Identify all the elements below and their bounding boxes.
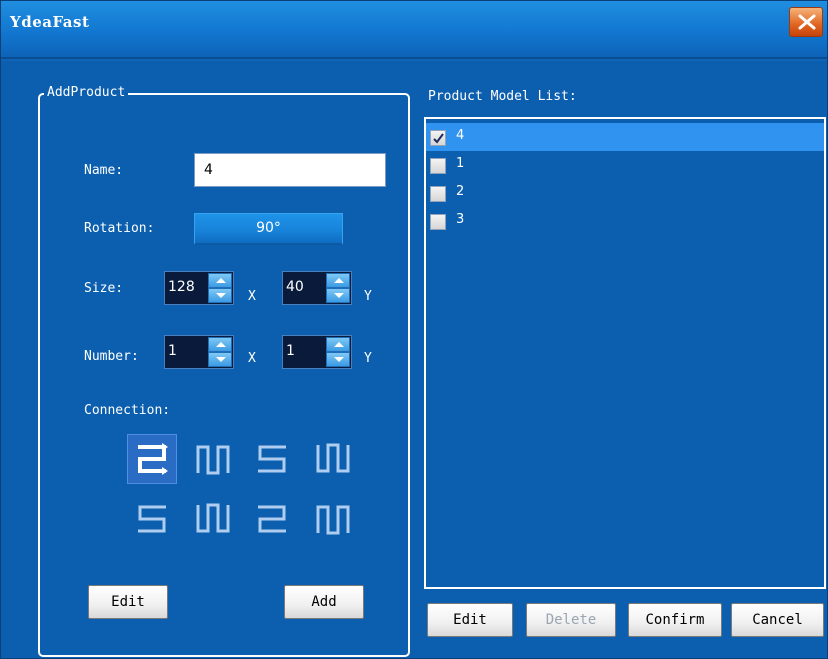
list-item-label: 3	[456, 212, 465, 227]
size-y-stepper[interactable]: 40	[282, 271, 352, 305]
size-x-down-button[interactable]	[208, 288, 232, 303]
number-y-axis-label: Y	[364, 351, 372, 366]
vertical-up-down-alt-icon[interactable]	[308, 495, 356, 543]
rotation-label: Rotation:	[84, 221, 155, 236]
add-product-group: AddProduct Name: 4 Rotation: 90° Size: 1…	[38, 85, 410, 657]
size-y-value: 40	[286, 279, 304, 295]
delete-button[interactable]: Delete	[526, 603, 616, 637]
number-y-value: 1	[286, 343, 295, 359]
serpentine-h-alt-icon[interactable]	[248, 495, 296, 543]
vertical-down-up-icon[interactable]	[308, 435, 356, 483]
number-y-down-button[interactable]	[326, 352, 350, 367]
group-title: AddProduct	[44, 85, 129, 100]
serpentine-s-mirror-icon[interactable]	[128, 495, 176, 543]
item-checkbox[interactable]	[430, 130, 446, 146]
item-checkbox[interactable]	[430, 186, 446, 202]
connection-pattern-grid	[128, 435, 368, 543]
list-item[interactable]: 4	[426, 123, 824, 151]
list-item-label: 1	[456, 156, 465, 171]
number-x-down-button[interactable]	[208, 352, 232, 367]
product-model-list[interactable]: 4 1 2 3	[424, 117, 826, 589]
size-y-axis-label: Y	[364, 289, 372, 304]
name-label: Name:	[84, 163, 124, 178]
serpentine-s-icon[interactable]	[248, 435, 296, 483]
item-checkbox[interactable]	[430, 214, 446, 230]
close-button[interactable]	[789, 7, 823, 37]
rotation-button[interactable]: 90°	[194, 213, 343, 245]
number-x-axis-label: X	[248, 351, 256, 366]
list-item[interactable]: 1	[426, 151, 824, 179]
list-item-label: 2	[456, 184, 465, 199]
title-bar: YdeaFast	[1, 1, 827, 59]
serpentine-h-icon[interactable]	[128, 435, 176, 483]
number-y-stepper[interactable]: 1	[282, 335, 352, 369]
number-x-stepper[interactable]: 1	[164, 335, 234, 369]
dialog-body: AddProduct Name: 4 Rotation: 90° Size: 1…	[1, 61, 827, 658]
name-input[interactable]: 4	[194, 153, 386, 187]
number-x-value: 1	[168, 343, 177, 359]
size-y-down-button[interactable]	[326, 288, 350, 303]
window-title: YdeaFast	[10, 13, 90, 31]
app-window: YdeaFast AddProduct Name: 4 Rotation: 90…	[0, 0, 828, 659]
checkmark-icon	[433, 133, 444, 144]
cancel-button[interactable]: Cancel	[731, 603, 824, 637]
model-list-label: Product Model List:	[428, 89, 577, 104]
vertical-down-up-alt-icon[interactable]	[188, 495, 236, 543]
vertical-up-down-icon[interactable]	[188, 435, 236, 483]
list-item[interactable]: 3	[426, 207, 824, 235]
number-y-up-button[interactable]	[326, 337, 350, 352]
size-x-stepper[interactable]: 128	[164, 271, 234, 305]
edit-button[interactable]: Edit	[427, 603, 513, 637]
item-checkbox[interactable]	[430, 158, 446, 174]
confirm-button[interactable]: Confirm	[628, 603, 722, 637]
size-y-up-button[interactable]	[326, 273, 350, 288]
list-item-label: 4	[456, 128, 465, 143]
number-label: Number:	[84, 349, 139, 364]
size-x-axis-label: X	[248, 289, 256, 304]
connection-label: Connection:	[84, 403, 171, 418]
close-icon	[798, 14, 816, 30]
group-edit-button[interactable]: Edit	[88, 585, 168, 619]
size-x-up-button[interactable]	[208, 273, 232, 288]
list-item[interactable]: 2	[426, 179, 824, 207]
size-label: Size:	[84, 281, 124, 296]
size-x-value: 128	[168, 279, 195, 295]
add-button[interactable]: Add	[284, 585, 364, 619]
number-x-up-button[interactable]	[208, 337, 232, 352]
